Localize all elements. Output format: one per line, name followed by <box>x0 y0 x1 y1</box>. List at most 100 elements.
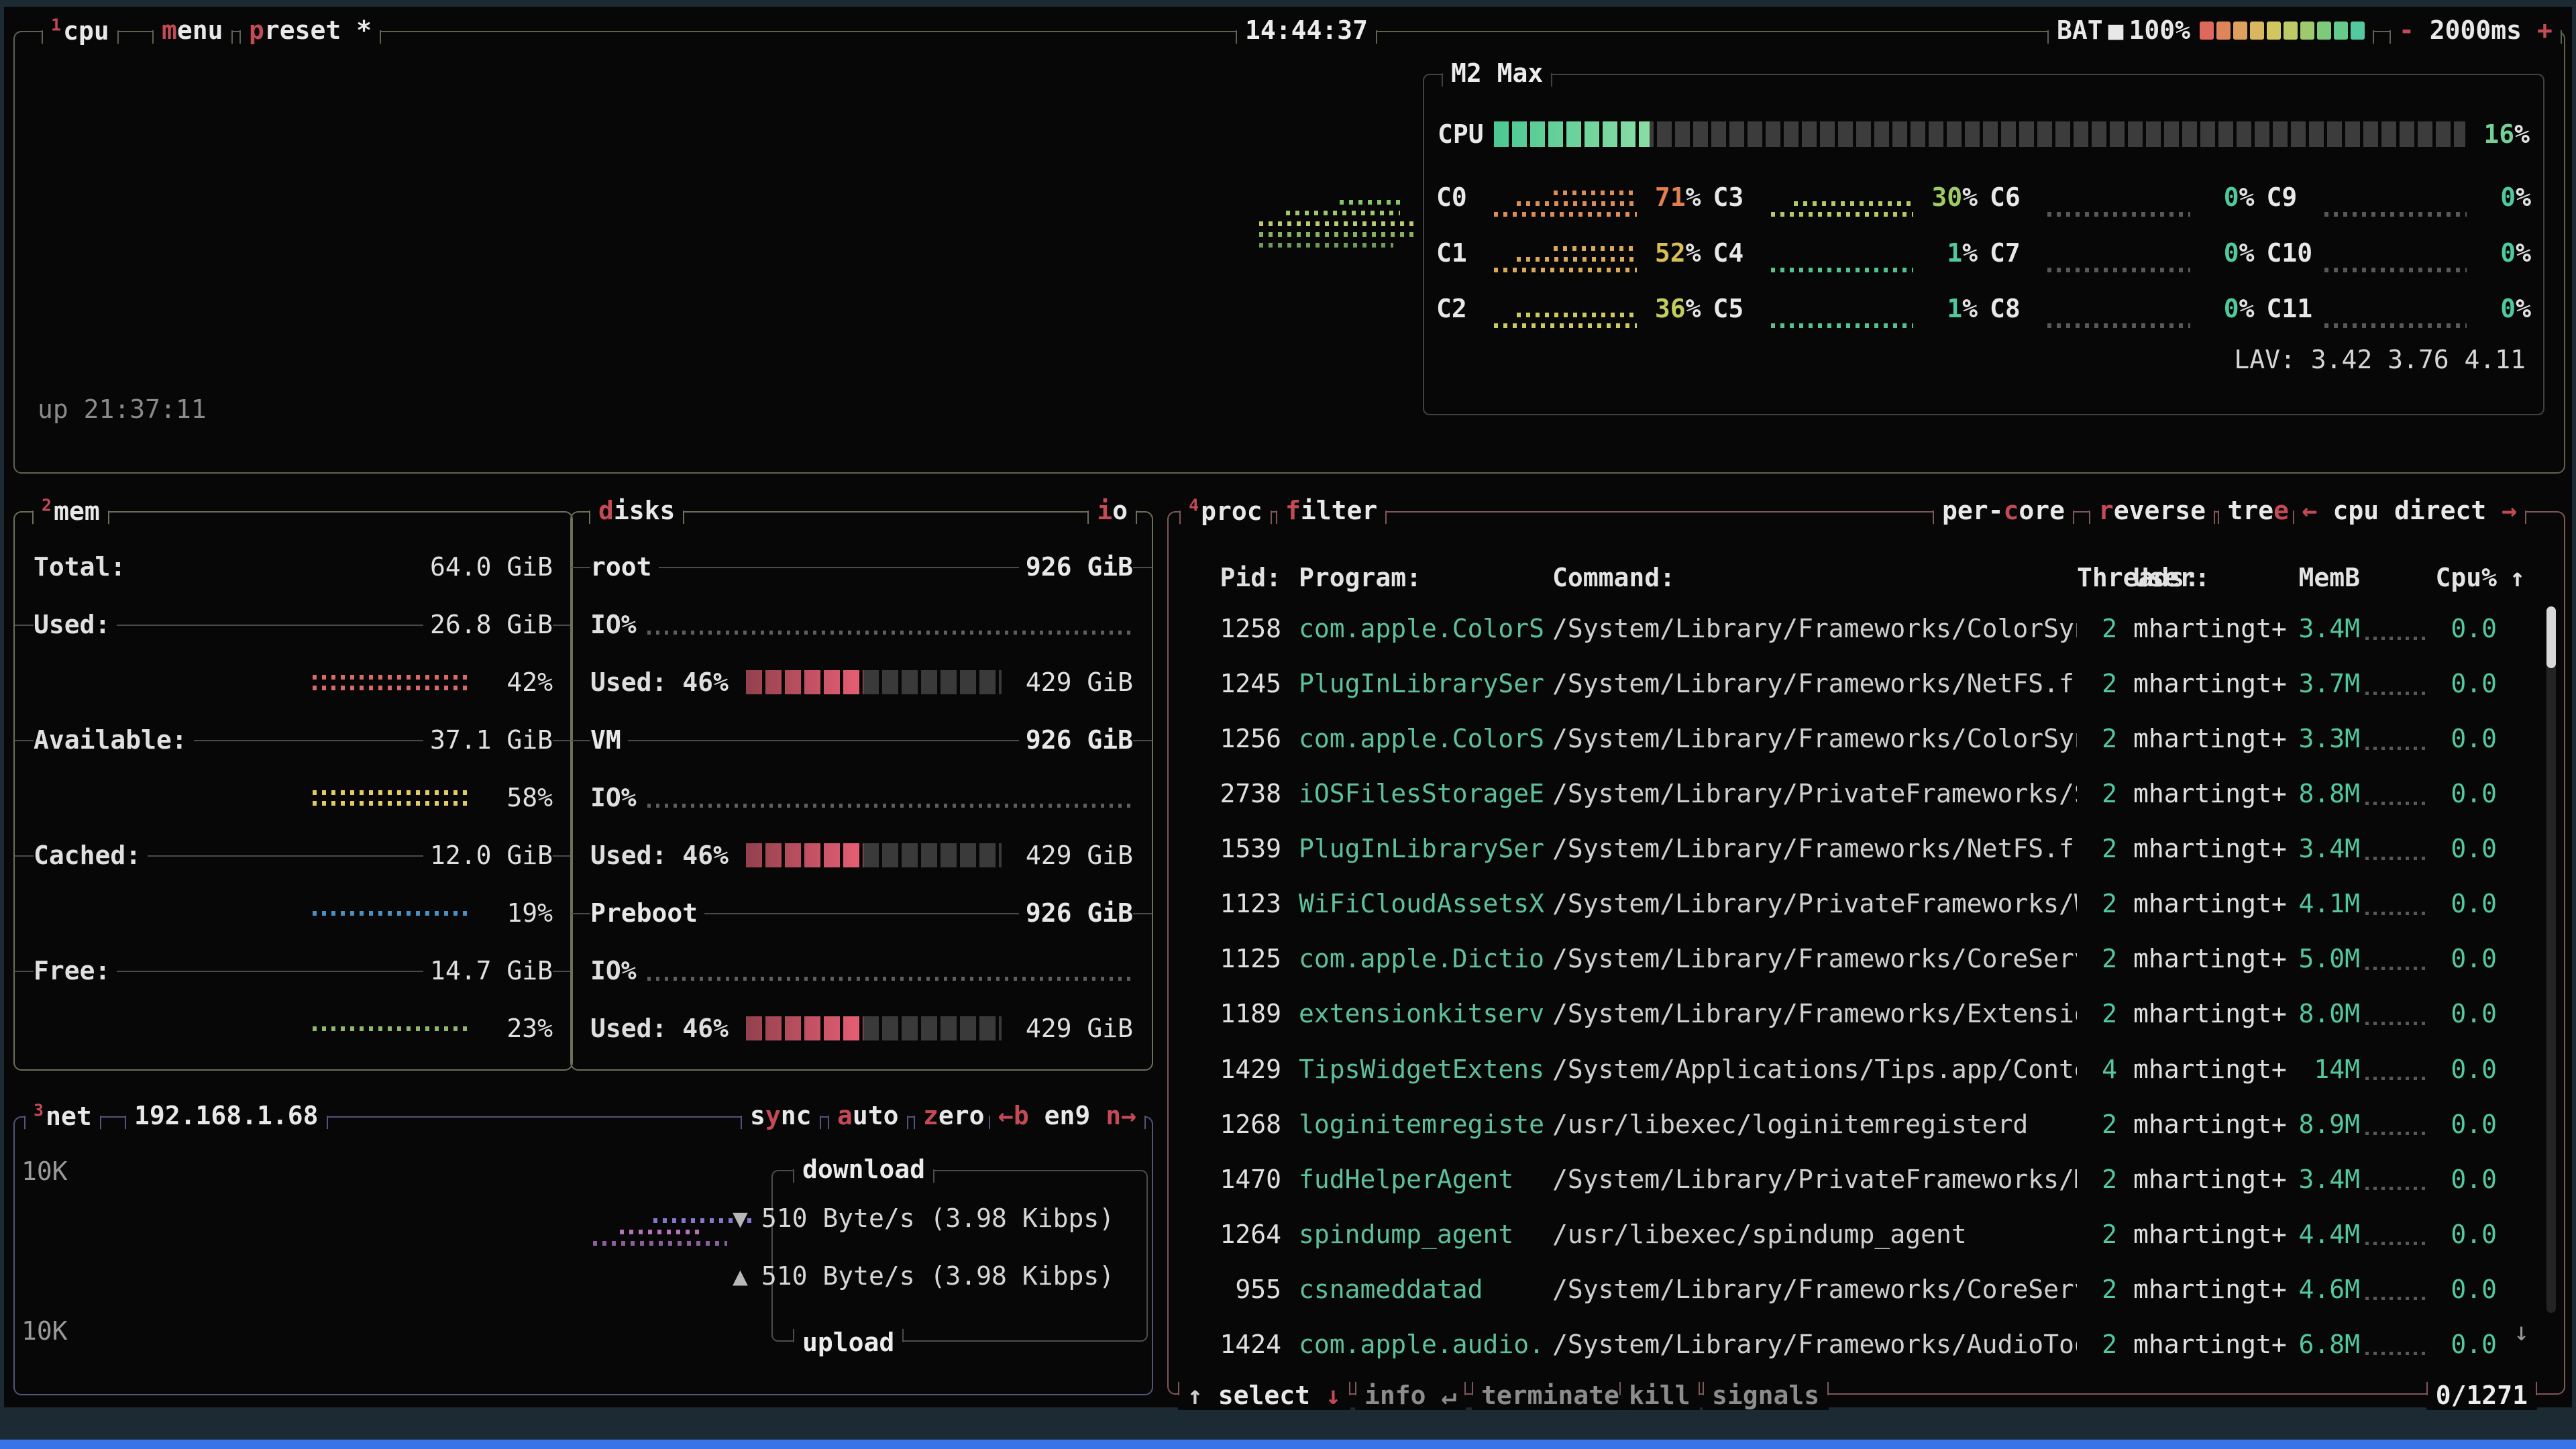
mem-row: Used:26.8 GiB <box>34 608 553 641</box>
core-row-c6: C60% <box>1990 169 2255 225</box>
disk-name-row: Preboot926 GiB <box>590 896 1133 930</box>
mem-percent: 42% <box>486 667 553 697</box>
sort-column-switcher[interactable]: ← cpu direct → <box>2293 496 2526 525</box>
process-row[interactable]: 1258com.apple.ColorS/System/Library/Fram… <box>1194 612 2525 645</box>
disk-size: 926 GiB <box>1019 898 1133 928</box>
select-control[interactable]: ↑ select ↓ <box>1178 1381 1350 1410</box>
tab-net[interactable]: 3net <box>24 1100 101 1131</box>
sort-prev-button[interactable]: ← <box>2302 496 2318 525</box>
disks-panel: disks io root926 GiBIO%Used: 46%429 GiBV… <box>570 511 1153 1071</box>
process-row[interactable]: 1429TipsWidgetExtens/System/Applications… <box>1194 1053 2525 1086</box>
process-panel: 4proc filter per-core reverse tree ← cpu… <box>1167 511 2565 1395</box>
col-threads[interactable]: Threads: <box>2077 563 2117 592</box>
mem-label: Cached: <box>34 841 148 870</box>
process-row[interactable]: 1424com.apple.audio./System/Library/Fram… <box>1194 1328 2525 1361</box>
net-rates-panel: download ▼ 510 Byte/s (3.98 Kibps) ▲ 510… <box>771 1170 1148 1342</box>
process-row[interactable]: 955csnameddatad/System/Library/Framework… <box>1194 1273 2525 1306</box>
process-row[interactable]: 1123WiFiCloudAssetsX/System/Library/Priv… <box>1194 887 2525 920</box>
reverse-toggle[interactable]: reverse <box>2089 496 2215 525</box>
core-graph <box>1494 233 1637 272</box>
io-label: IO% <box>590 956 637 985</box>
core-percent: 71% <box>1637 182 1701 212</box>
refresh-decrease-button[interactable]: - <box>2399 15 2414 45</box>
terminate-button[interactable]: terminate <box>1472 1381 1629 1410</box>
tree-toggle[interactable]: tree <box>2218 496 2298 525</box>
per-core-toggle[interactable]: per-core <box>1933 496 2074 525</box>
sort-direction-icon[interactable]: ↑ <box>2497 563 2525 592</box>
tab-disks[interactable]: disks <box>589 496 684 525</box>
proc-rows: 1258com.apple.ColorS/System/Library/Fram… <box>1194 612 2525 1361</box>
col-pid[interactable]: Pid: <box>1194 563 1281 592</box>
process-row[interactable]: 1539PlugInLibrarySer/System/Library/Fram… <box>1194 832 2525 865</box>
upload-title: upload <box>793 1328 904 1357</box>
core-graph <box>2324 178 2467 217</box>
battery-icon: ■ <box>2108 15 2124 45</box>
core-percent: 36% <box>1637 294 1701 323</box>
menu-button[interactable]: menu <box>152 15 233 45</box>
cpu-history-graph <box>1259 200 1420 314</box>
mem-percent: 19% <box>486 898 553 928</box>
battery-block <box>2351 21 2365 40</box>
mem-label: Total: <box>34 552 132 582</box>
cpu-hotkey: 1 <box>51 15 61 34</box>
core-label: C11 <box>2267 294 2324 323</box>
process-row[interactable]: 1189extensionkitserv/System/Library/Fram… <box>1194 997 2525 1030</box>
signals-button[interactable]: signals <box>1703 1381 1829 1410</box>
refresh-increase-button[interactable]: + <box>2537 15 2553 45</box>
next-interface-button[interactable]: n→ <box>1106 1101 1136 1130</box>
core-label: C5 <box>1713 294 1771 323</box>
col-program[interactable]: Program: <box>1299 563 1548 592</box>
proc-scrollbar-thumb[interactable] <box>2546 606 2556 668</box>
interface-switcher[interactable]: ←b en9 n→ <box>989 1101 1146 1130</box>
battery-block <box>2300 21 2314 40</box>
process-row[interactable]: 1268loginitemregiste/usr/libexec/loginit… <box>1194 1108 2525 1141</box>
process-row[interactable]: 1264spindump_agent/usr/libexec/spindump_… <box>1194 1218 2525 1251</box>
process-row[interactable]: 1256com.apple.ColorS/System/Library/Fram… <box>1194 722 2525 755</box>
tab-cpu[interactable]: 1cpu <box>42 15 119 46</box>
sort-column-label: cpu direct <box>2318 496 2502 525</box>
mem-label: Available: <box>34 725 194 755</box>
mem-row: Cached:12.0 GiB <box>34 839 553 872</box>
process-row[interactable]: 1245PlugInLibrarySer/System/Library/Fram… <box>1194 667 2525 700</box>
core-graph <box>1771 233 1914 272</box>
kill-button[interactable]: kill <box>1619 1381 1700 1410</box>
core-percent: 0% <box>2190 294 2255 323</box>
core-graph <box>1771 289 1914 328</box>
col-mem[interactable]: MemB <box>2293 563 2360 592</box>
download-title: download <box>793 1155 934 1184</box>
info-button[interactable]: info ↵ <box>1355 1381 1466 1410</box>
core-percent: 30% <box>1913 182 1978 212</box>
io-label: IO% <box>590 610 637 639</box>
disk-io-row: IO% <box>590 781 1133 814</box>
io-mode-button[interactable]: io <box>1087 496 1137 525</box>
filter-button[interactable]: filter <box>1276 496 1387 525</box>
disk-used-row: Used: 46%429 GiB <box>590 1012 1133 1045</box>
mem-meter-row: 42% <box>34 665 553 699</box>
mem-meter-row: 23% <box>34 1012 553 1045</box>
tab-mem[interactable]: 2mem <box>32 495 109 526</box>
core-graph <box>1494 289 1637 328</box>
process-row[interactable]: 2738iOSFilesStorageE/System/Library/Priv… <box>1194 777 2525 810</box>
core-percent: 1% <box>1913 238 1978 268</box>
process-row[interactable]: 1470fudHelperAgent/System/Library/Privat… <box>1194 1163 2525 1196</box>
more-below-icon: ↓ <box>2514 1317 2529 1346</box>
used-value: 429 GiB <box>1019 841 1133 870</box>
prev-interface-button[interactable]: ←b <box>998 1101 1029 1130</box>
battery-status: BAT ■ 100% <box>2047 15 2374 45</box>
preset-button[interactable]: preset * <box>239 15 381 45</box>
process-row[interactable]: 1125com.apple.Dictio/System/Library/Fram… <box>1194 942 2525 975</box>
sync-toggle[interactable]: sync <box>741 1101 821 1130</box>
tab-proc[interactable]: 4proc <box>1179 495 1272 526</box>
col-cpu[interactable]: Cpu% <box>2435 563 2497 592</box>
col-user[interactable]: User: <box>2133 563 2293 592</box>
sort-next-button[interactable]: → <box>2502 496 2517 525</box>
core-label: C3 <box>1713 182 1771 212</box>
col-command[interactable]: Command: <box>1552 563 2077 592</box>
mem-meter-row: 58% <box>34 781 553 814</box>
core-row-c10: C100% <box>2267 225 2532 280</box>
auto-toggle[interactable]: auto <box>828 1101 908 1130</box>
zero-toggle[interactable]: zero <box>914 1101 994 1130</box>
mem-meter-row: 19% <box>34 896 553 930</box>
disk-size: 926 GiB <box>1019 552 1133 582</box>
proc-scrollbar[interactable] <box>2546 606 2556 1313</box>
